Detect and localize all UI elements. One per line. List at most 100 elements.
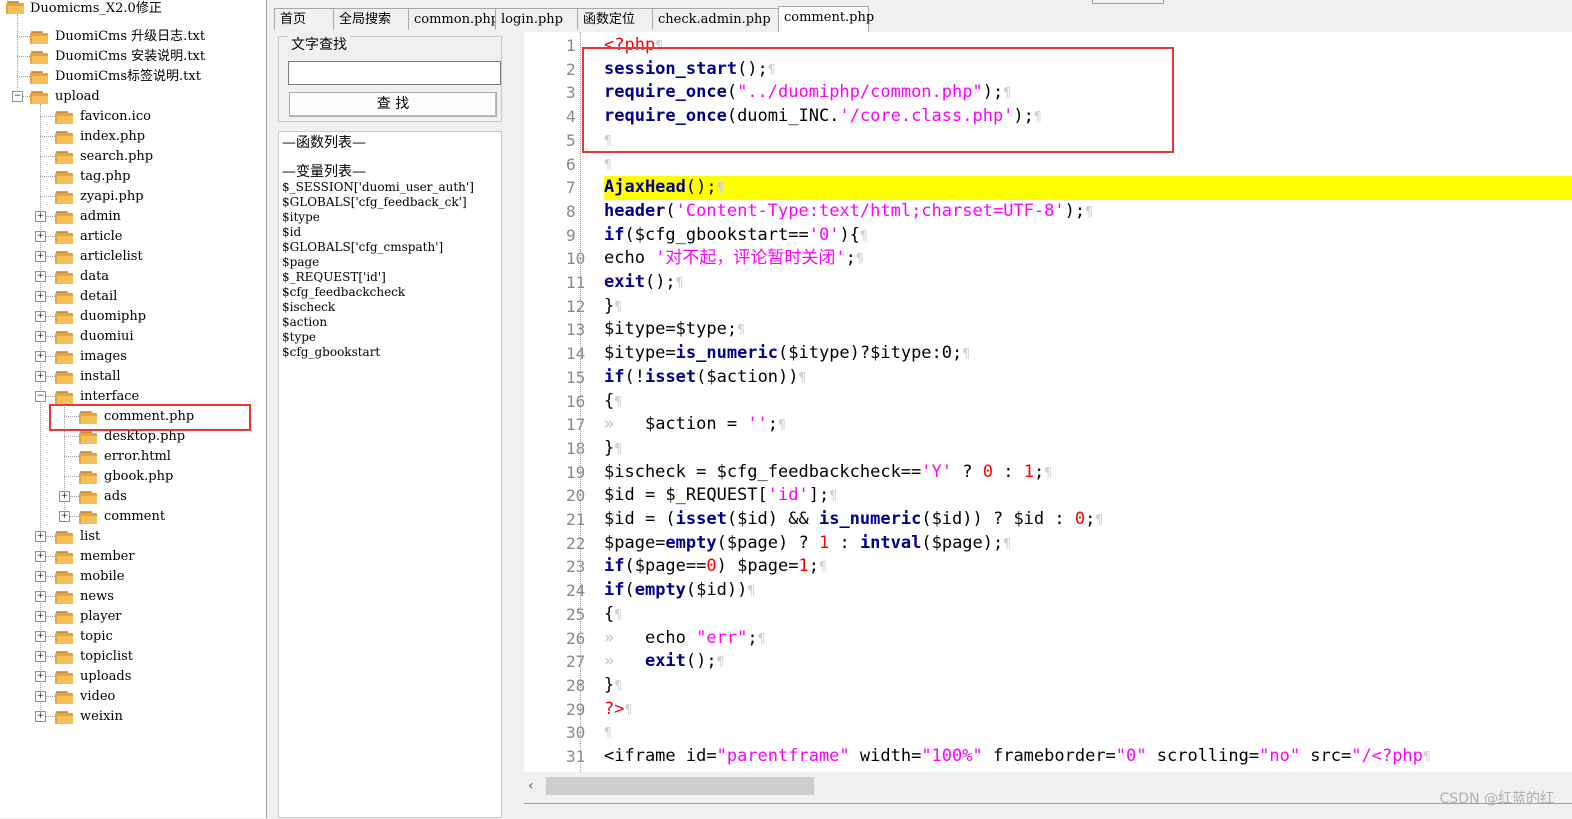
code-line[interactable]: if($page==0) $page=1;¶ [604, 555, 827, 579]
search-button[interactable]: 查 找 [289, 92, 497, 117]
expand-icon[interactable]: + [35, 231, 46, 242]
function-variable-list[interactable]: —函数列表— —变量列表— $_SESSION['duomi_user_auth… [278, 131, 502, 818]
code-line[interactable]: {¶ [604, 390, 622, 414]
variable-list-item[interactable]: $itype [282, 210, 320, 225]
tree-item[interactable]: index.php [80, 127, 145, 147]
tree-item[interactable]: DuomiCms 安装说明.txt [55, 47, 205, 67]
tab-item[interactable]: comment.php [778, 6, 874, 32]
code-line[interactable]: <iframe id="parentframe" width="100%" fr… [604, 745, 1431, 769]
horizontal-scrollbar[interactable]: ‹ [524, 773, 1572, 799]
tree-item[interactable]: DuomiCms 升级日志.txt [55, 27, 205, 47]
scroll-left-arrow-icon[interactable]: ‹ [528, 779, 542, 793]
variable-list-item[interactable]: $_REQUEST['id'] [282, 270, 386, 285]
expand-icon[interactable]: + [35, 351, 46, 362]
tab-item[interactable]: 首页 [274, 8, 334, 30]
tree-item[interactable]: news [80, 587, 114, 607]
expand-icon[interactable]: + [35, 611, 46, 622]
expand-icon[interactable]: + [35, 551, 46, 562]
expand-icon[interactable]: + [35, 251, 46, 262]
scrollbar-thumb[interactable] [546, 777, 814, 795]
variable-list-item[interactable]: $_SESSION['duomi_user_auth'] [282, 180, 474, 195]
tree-item[interactable]: articlelist [80, 247, 143, 267]
variable-list-item[interactable]: $GLOBALS['cfg_cmspath'] [282, 240, 443, 255]
variable-list-item[interactable]: $cfg_gbookstart [282, 345, 380, 360]
tree-item[interactable]: upload [55, 87, 100, 107]
tree-item[interactable]: weixin [80, 707, 123, 727]
expand-icon[interactable]: + [59, 491, 70, 502]
code-line[interactable]: » exit();¶ [604, 650, 724, 674]
code-line[interactable]: }¶ [604, 674, 622, 698]
expand-icon[interactable]: + [35, 531, 46, 542]
code-line[interactable]: ?>¶ [604, 698, 632, 722]
expand-icon[interactable]: + [35, 691, 46, 702]
tree-item[interactable]: admin [80, 207, 121, 227]
expand-icon[interactable]: + [35, 711, 46, 722]
tree-item[interactable]: error.html [104, 447, 171, 467]
variable-list-item[interactable]: $ischeck [282, 300, 335, 315]
variable-list-item[interactable]: $GLOBALS['cfg_feedback_ck'] [282, 195, 467, 210]
code-line[interactable]: » $action = '';¶ [604, 413, 786, 437]
code-line[interactable]: }¶ [604, 295, 622, 319]
tree-item[interactable]: detail [80, 287, 117, 307]
expand-icon[interactable]: + [35, 311, 46, 322]
code-line[interactable]: }¶ [604, 437, 622, 461]
variable-list-item[interactable]: $action [282, 315, 327, 330]
tree-item[interactable]: zyapi.php [80, 187, 144, 207]
tree-item[interactable]: member [80, 547, 135, 567]
code-line[interactable]: $itype=$type;¶ [604, 318, 745, 342]
tree-item[interactable]: favicon.ico [80, 107, 151, 127]
tree-item[interactable]: list [80, 527, 100, 547]
expand-icon[interactable]: + [35, 651, 46, 662]
collapse-icon[interactable]: − [35, 391, 46, 402]
expand-icon[interactable]: + [35, 671, 46, 682]
code-line[interactable]: $page=empty($page) ? 1 : intval($page);¶ [604, 532, 1011, 556]
expand-icon[interactable]: + [59, 511, 70, 522]
code-line[interactable]: » echo "err";¶ [604, 627, 765, 651]
code-line[interactable]: echo '对不起，评论暂时关闭';¶ [604, 247, 864, 271]
tree-item[interactable]: uploads [80, 667, 131, 687]
tree-item[interactable]: player [80, 607, 121, 627]
expand-icon[interactable]: + [35, 371, 46, 382]
tab-item[interactable]: common.php [408, 8, 499, 30]
tree-item[interactable]: topic [80, 627, 113, 647]
tree-item[interactable]: install [80, 367, 121, 387]
tree-item[interactable]: duomiui [80, 327, 134, 347]
expand-icon[interactable]: + [35, 591, 46, 602]
collapse-icon[interactable]: − [12, 91, 23, 102]
tree-item[interactable]: duomiphp [80, 307, 146, 327]
expand-icon[interactable]: + [35, 291, 46, 302]
tab-item[interactable]: check.admin.php [652, 8, 779, 30]
tree-item[interactable]: search.php [80, 147, 153, 167]
code-line[interactable]: $id = (isset($id) && is_numeric($id)) ? … [604, 508, 1103, 532]
variable-list-item[interactable]: $cfg_feedbackcheck [282, 285, 405, 300]
tree-item[interactable]: topiclist [80, 647, 133, 667]
code-line[interactable]: $itype=is_numeric($itype)?$itype:0;¶ [604, 342, 970, 366]
expand-icon[interactable]: + [35, 271, 46, 282]
tree-item[interactable]: ads [104, 487, 127, 507]
tree-root[interactable]: Duomicms_X2.0修正 [30, 0, 162, 19]
tree-item[interactable]: comment [104, 507, 165, 527]
code-line[interactable]: if(empty($id))¶ [604, 579, 755, 603]
code-line[interactable]: if($cfg_gbookstart=='0'){¶ [604, 224, 868, 248]
tree-item[interactable]: DuomiCms标签说明.txt [55, 67, 201, 87]
expand-icon[interactable]: + [35, 571, 46, 582]
code-line[interactable]: {¶ [604, 603, 622, 627]
code-line[interactable]: header('Content-Type:text/html;charset=U… [604, 200, 1093, 224]
tab-item[interactable]: login.php [495, 8, 578, 30]
tab-item[interactable]: 函数定位 [577, 8, 653, 30]
tree-item[interactable]: mobile [80, 567, 124, 587]
code-line[interactable]: ¶ [604, 153, 612, 177]
code-line[interactable]: $id = $_REQUEST['id'];¶ [604, 484, 837, 508]
expand-icon[interactable]: + [35, 211, 46, 222]
code-line[interactable]: $ischeck = $cfg_feedbackcheck=='Y' ? 0 :… [604, 461, 1052, 485]
expand-icon[interactable]: + [35, 331, 46, 342]
tree-item[interactable]: data [80, 267, 109, 287]
tree-item[interactable]: gbook.php [104, 467, 173, 487]
code-line[interactable]: exit();¶ [604, 271, 684, 295]
variable-list-item[interactable]: $id [282, 225, 301, 240]
tree-item[interactable]: tag.php [80, 167, 130, 187]
code-line[interactable]: if(!isset($action))¶ [604, 366, 806, 390]
variable-list-item[interactable]: $page [282, 255, 319, 270]
tab-item[interactable]: 全局搜索 [333, 8, 409, 30]
search-input[interactable] [288, 61, 501, 85]
